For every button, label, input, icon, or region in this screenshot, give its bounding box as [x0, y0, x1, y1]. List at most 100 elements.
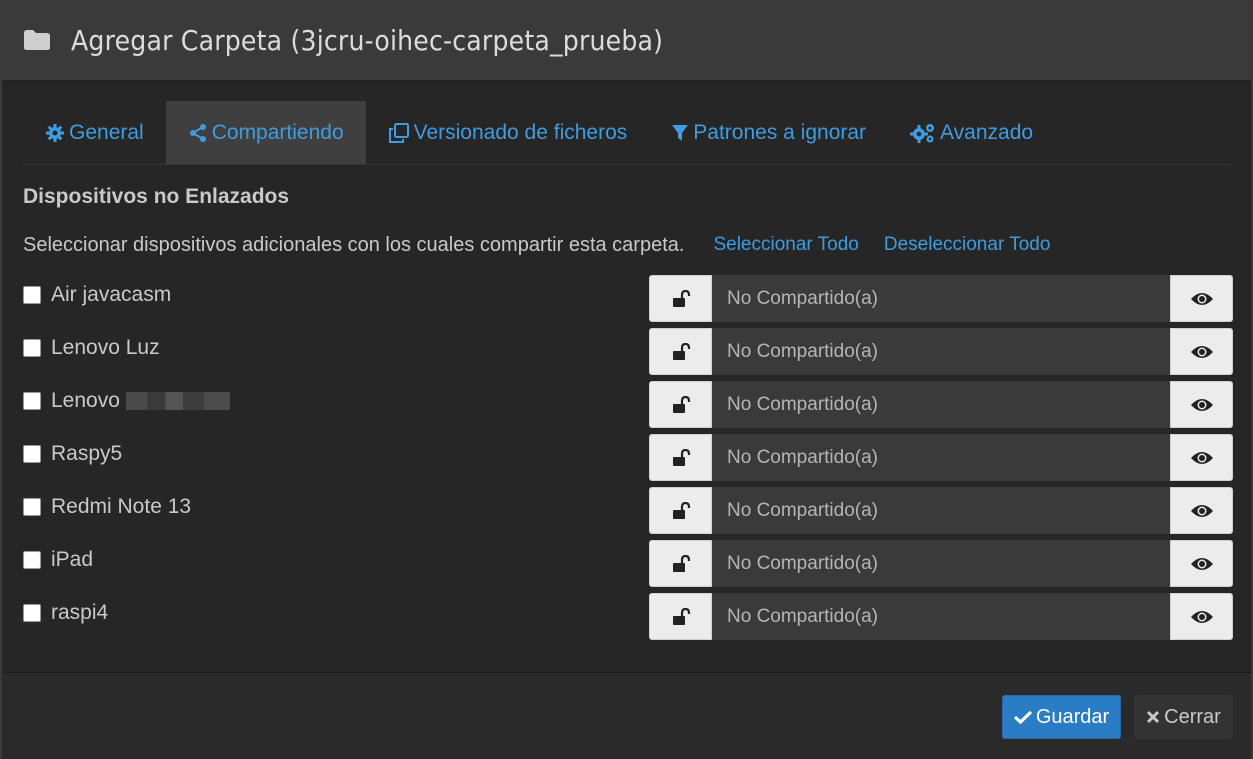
device-name: Air javacasm [51, 283, 172, 306]
tab-label: General [69, 120, 144, 144]
dialog-footer: Guardar Cerrar [2, 672, 1251, 759]
share-password-input[interactable] [712, 540, 1170, 587]
eye-icon [1190, 345, 1213, 358]
device-label[interactable]: Air javacasm [23, 283, 171, 307]
share-input-group [649, 487, 1233, 534]
unlock-icon [672, 501, 690, 519]
show-password-button[interactable] [1170, 328, 1233, 375]
copy-icon [388, 122, 409, 143]
device-row: iPad [23, 540, 1233, 593]
show-password-button[interactable] [1170, 487, 1233, 534]
device-checkbox[interactable] [23, 604, 41, 622]
dialog-header: Agregar Carpeta (3jcru-oihec-carpeta_pru… [2, 0, 1251, 81]
device-name: Lenovo Luz [51, 336, 160, 359]
close-icon [1147, 710, 1160, 724]
encryption-toggle-button[interactable] [649, 540, 712, 587]
device-checkbox[interactable] [23, 286, 41, 304]
share-icon [189, 123, 206, 142]
encryption-toggle-button[interactable] [649, 593, 712, 640]
device-checkbox[interactable] [23, 445, 41, 463]
share-input-group [649, 434, 1233, 481]
tab-label: Patrones a ignorar [693, 120, 867, 144]
tab-advanced[interactable]: Avanzado [888, 101, 1055, 164]
encryption-toggle-button[interactable] [649, 381, 712, 428]
device-name: Raspy5 [51, 442, 123, 465]
eye-icon [1190, 451, 1213, 464]
tab-sharing[interactable]: Compartiendo [165, 101, 366, 164]
show-password-button[interactable] [1170, 540, 1233, 587]
device-row: raspi4 [23, 593, 1233, 646]
device-name: Lenovo [51, 389, 120, 412]
tab-label: Avanzado [940, 120, 1034, 144]
filter-icon [672, 124, 689, 141]
encryption-toggle-button[interactable] [649, 434, 712, 481]
device-label[interactable]: Redmi Note 13 [23, 495, 191, 519]
device-checkbox[interactable] [23, 498, 41, 516]
select-all-link[interactable]: Seleccionar Todo [713, 234, 858, 256]
show-password-button[interactable] [1170, 275, 1233, 322]
share-password-input[interactable] [712, 275, 1170, 322]
folder-icon [23, 29, 51, 51]
share-password-input[interactable] [712, 381, 1170, 428]
device-checkbox[interactable] [23, 551, 41, 569]
unlock-icon [672, 607, 690, 625]
unlock-icon [672, 289, 690, 307]
check-icon [1013, 710, 1032, 724]
eye-icon [1190, 398, 1213, 411]
share-password-input[interactable] [712, 487, 1170, 534]
device-row: Redmi Note 13 [23, 487, 1233, 540]
share-input-group [649, 328, 1233, 375]
tab-label: Compartiendo [211, 120, 344, 144]
share-password-input[interactable] [712, 593, 1170, 640]
device-name: raspi4 [51, 601, 109, 624]
tab-general[interactable]: General [23, 101, 166, 164]
close-button[interactable]: Cerrar [1134, 695, 1233, 739]
save-button[interactable]: Guardar [1002, 695, 1121, 739]
device-label[interactable]: iPad [23, 548, 93, 572]
encryption-toggle-button[interactable] [649, 275, 712, 322]
redacted-text [125, 392, 230, 410]
intro-row: Seleccionar dispositivos adicionales con… [23, 232, 1231, 258]
device-row: Raspy5 [23, 434, 1233, 487]
device-label[interactable]: Raspy5 [23, 442, 122, 466]
tab-versioning[interactable]: Versionado de ficheros [366, 101, 650, 164]
unlock-icon [672, 342, 690, 360]
encryption-toggle-button[interactable] [649, 487, 712, 534]
share-input-group [649, 593, 1233, 640]
tab-ignore-patterns[interactable]: Patrones a ignorar [649, 101, 888, 164]
unlock-icon [672, 554, 690, 572]
encryption-toggle-button[interactable] [649, 328, 712, 375]
add-folder-dialog: Agregar Carpeta (3jcru-oihec-carpeta_pru… [0, 0, 1253, 759]
intro-text: Seleccionar dispositivos adicionales con… [23, 233, 685, 256]
show-password-button[interactable] [1170, 381, 1233, 428]
device-checkbox[interactable] [23, 339, 41, 357]
save-button-label: Guardar [1035, 705, 1110, 728]
eye-icon [1190, 292, 1213, 305]
share-input-group [649, 381, 1233, 428]
device-checkbox[interactable] [23, 392, 41, 410]
dialog-body: General Compartiendo Versionado de fiche… [2, 81, 1251, 646]
device-label[interactable]: Lenovo Luz [23, 336, 160, 360]
device-label[interactable]: Lenovo [23, 389, 230, 413]
device-row: Lenovo [23, 381, 1233, 434]
dialog-title: Agregar Carpeta (3jcru-oihec-carpeta_pru… [71, 23, 664, 57]
device-name: Redmi Note 13 [51, 495, 192, 518]
tab-bar: General Compartiendo Versionado de fiche… [23, 101, 1231, 165]
deselect-all-link[interactable]: Deseleccionar Todo [884, 234, 1051, 256]
show-password-button[interactable] [1170, 593, 1233, 640]
share-password-input[interactable] [712, 434, 1170, 481]
device-row: Air javacasm [23, 275, 1233, 328]
eye-icon [1190, 557, 1213, 570]
device-name: iPad [51, 548, 94, 571]
eye-icon [1190, 504, 1213, 517]
share-password-input[interactable] [712, 328, 1170, 375]
show-password-button[interactable] [1170, 434, 1233, 481]
gears-icon [910, 123, 935, 143]
unlock-icon [672, 448, 690, 466]
device-label[interactable]: raspi4 [23, 601, 108, 625]
eye-icon [1190, 610, 1213, 623]
section-title: Dispositivos no Enlazados [23, 185, 290, 208]
share-input-group [649, 540, 1233, 587]
share-input-group [649, 275, 1233, 322]
device-row: Lenovo Luz [23, 328, 1233, 381]
